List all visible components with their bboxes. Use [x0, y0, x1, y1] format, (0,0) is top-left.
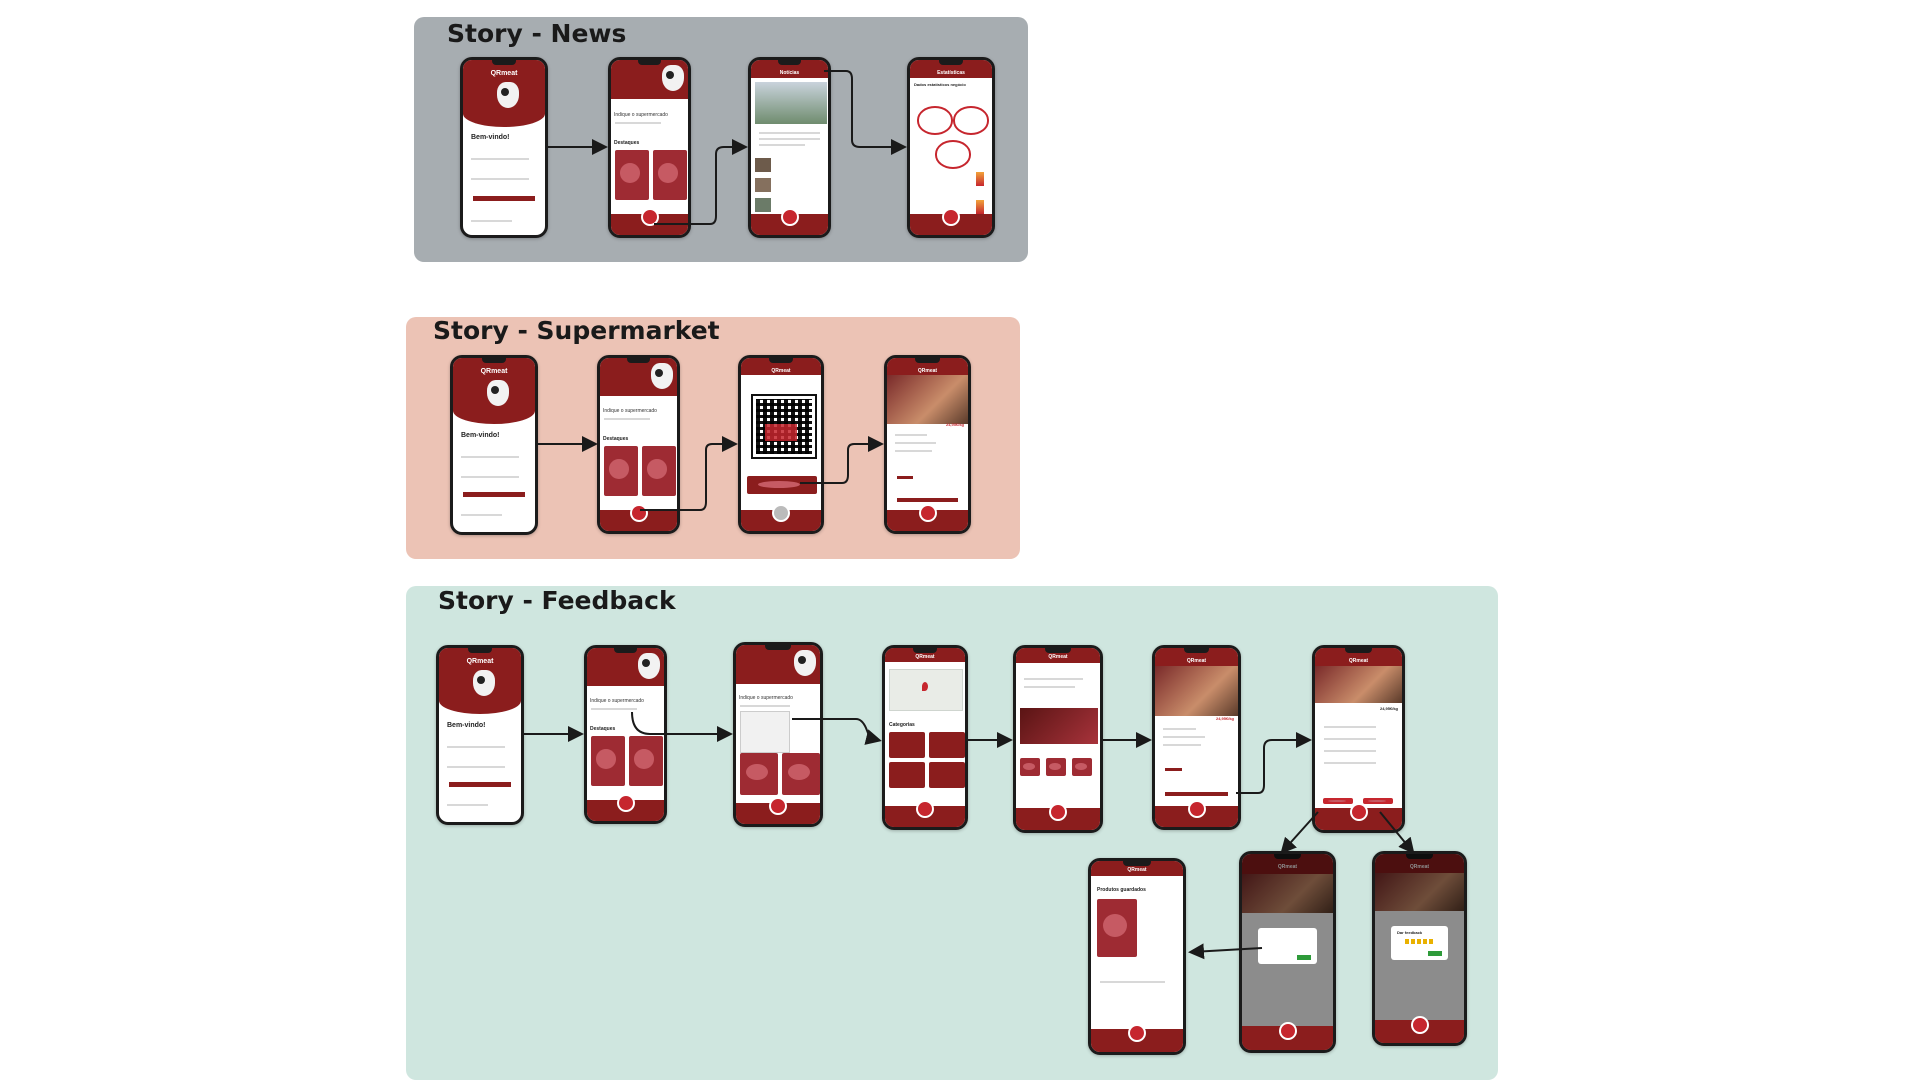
- cow-icon: [638, 653, 660, 679]
- super-product-screen: QRmeat 24,95€/kg: [884, 355, 971, 534]
- map-icon: [889, 669, 963, 711]
- welcome-text: Bem-vindo!: [471, 134, 510, 141]
- news-list-screen: Notícias: [748, 57, 831, 238]
- news-login-screen: QRmeat Bem-vindo!: [460, 57, 548, 238]
- feedback-modal: Dar feedback: [1391, 925, 1448, 960]
- super-home-screen: Indique o supermercado Destaques: [597, 355, 680, 534]
- fb-login-screen: QRmeat Bem-vindo!: [436, 645, 524, 825]
- product-card[interactable]: [604, 446, 638, 496]
- news-stats-screen: Estatísticas Dados estatísticos negócio: [907, 57, 995, 238]
- news-home-screen: Indique o supermercado Destaques: [608, 57, 691, 238]
- cow-icon: [651, 363, 673, 389]
- super-login-screen: QRmeat Bem-vindo!: [450, 355, 538, 535]
- cow-icon: [662, 65, 684, 91]
- price-text: 24,95€/kg: [1215, 716, 1234, 721]
- product-card[interactable]: [653, 150, 687, 200]
- fb-home-dropdown-screen: Indique o supermercado: [733, 642, 823, 827]
- category-tile[interactable]: [929, 762, 965, 788]
- fb-categories-screen: QRmeat Categorias: [882, 645, 968, 830]
- price-text: 24,95€/kg: [945, 422, 964, 427]
- app-name: QRmeat: [490, 70, 518, 77]
- category-tile[interactable]: [889, 732, 925, 758]
- story-feedback-title: Story - Feedback: [438, 586, 676, 615]
- login-button[interactable]: [462, 492, 526, 497]
- saved-confirmation-modal: [1258, 928, 1317, 964]
- rating-stars-icon[interactable]: [1405, 939, 1434, 945]
- supermarket-prompt: Indique o supermercado: [614, 112, 668, 118]
- highlights-heading: Destaques: [614, 140, 640, 146]
- fb-saved-products-screen: QRmeat Produtos guardados: [1088, 858, 1186, 1055]
- story-supermarket-title: Story - Supermarket: [433, 316, 720, 345]
- story-news-title: Story - News: [447, 19, 627, 48]
- fb-product-reviews-screen: QRmeat 24,95€/kg: [1312, 645, 1405, 833]
- feedback-button[interactable]: [1164, 792, 1229, 796]
- login-button[interactable]: [448, 782, 512, 787]
- category-tile[interactable]: [889, 762, 925, 788]
- product-card[interactable]: [629, 736, 663, 786]
- fb-home-screen: Indique o supermercado Destaques: [584, 645, 667, 824]
- saved-product-card[interactable]: [1097, 899, 1137, 957]
- submit-feedback-button[interactable]: [1427, 950, 1442, 956]
- ok-button[interactable]: [1296, 954, 1311, 960]
- fb-sales-screen: QRmeat: [1013, 645, 1103, 833]
- product-card[interactable]: [615, 150, 649, 200]
- category-tile[interactable]: [929, 732, 965, 758]
- cow-logo-icon: [497, 82, 519, 108]
- super-scanner-screen: QRmeat: [738, 355, 824, 534]
- fb-feedback-modal-screen: QRmeat Dar feedback: [1372, 851, 1467, 1046]
- cow-logo-icon: [487, 380, 509, 406]
- login-button[interactable]: [472, 196, 536, 201]
- fb-product-saved-modal-screen: QRmeat: [1239, 851, 1336, 1053]
- product-card[interactable]: [642, 446, 676, 496]
- cow-logo-icon: [473, 670, 495, 696]
- cow-icon: [794, 650, 816, 676]
- product-card[interactable]: [591, 736, 625, 786]
- fb-product-screen: QRmeat 24,95€/kg: [1152, 645, 1241, 830]
